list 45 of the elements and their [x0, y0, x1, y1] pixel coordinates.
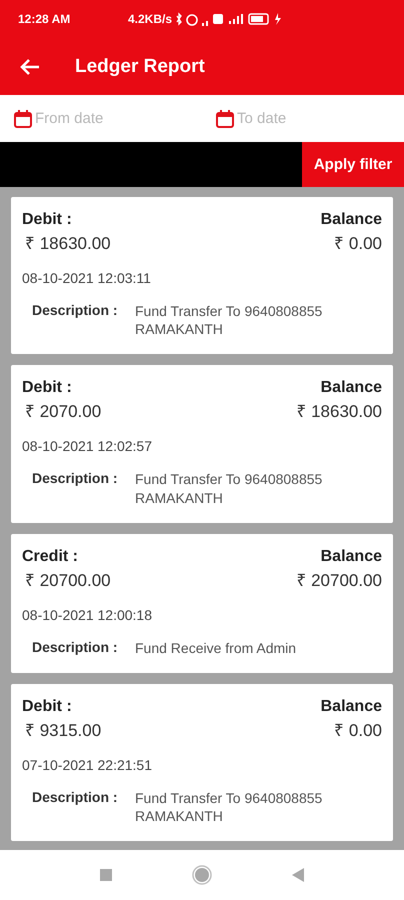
recents-icon[interactable]: [99, 868, 113, 882]
to-date-field[interactable]: To date: [237, 110, 387, 127]
balance-amount: ₹ 20700.00: [296, 570, 382, 591]
balance-amount: ₹ 18630.00: [296, 401, 382, 422]
description-text: Fund Receive from Admin: [135, 638, 298, 657]
description-label: Description :: [32, 302, 119, 320]
entry-amount: ₹ 20700.00: [25, 570, 111, 591]
description-text: Fund Transfer To 9640808855 RAMAKANTH: [135, 788, 324, 826]
balance-amount: ₹ 0.00: [334, 720, 382, 741]
from-date-field[interactable]: From date: [35, 110, 185, 127]
balance-amount: ₹ 0.00: [334, 233, 382, 254]
calendar-icon: [13, 108, 33, 128]
entry-amount: ₹ 9315.00: [25, 720, 102, 741]
entry-datetime: 07-10-2021 22:21:51: [22, 756, 153, 773]
balance-label: Balance: [320, 548, 382, 566]
apply-filter-button[interactable]: Apply filter: [302, 142, 404, 187]
signal-icon: [202, 21, 208, 26]
network-speed: 4.2KB/s: [128, 12, 172, 26]
description-text: Fund Transfer To 9640808855 RAMAKANTH: [135, 302, 324, 338]
back-arrow-icon[interactable]: [20, 58, 40, 76]
battery-icon: [248, 12, 270, 26]
entry-type-label: Credit :: [22, 548, 78, 566]
home-icon[interactable]: [191, 864, 213, 886]
bluetooth-icon: [176, 12, 182, 26]
status-time: 12:28 AM: [18, 12, 72, 26]
entry-datetime: 08-10-2021 12:02:57: [22, 438, 153, 454]
entry-type-label: Debit :: [22, 211, 72, 229]
balance-label: Balance: [320, 379, 382, 398]
description-label: Description :: [32, 638, 119, 657]
signal-icon: [228, 12, 244, 26]
entry-datetime: 08-10-2021 12:00:18: [22, 606, 153, 623]
description-label: Description :: [32, 788, 119, 807]
entry-amount: ₹ 18630.00: [25, 233, 111, 254]
entry-amount: ₹ 2070.00: [25, 401, 102, 422]
description-label: Description :: [32, 470, 119, 488]
entry-datetime: 08-10-2021 12:03:11: [22, 270, 152, 286]
screen-title: Ledger Report: [75, 56, 205, 78]
balance-label: Balance: [320, 211, 382, 229]
entry-type-label: Debit :: [22, 379, 72, 398]
description-text: Fund Transfer To 9640808855 RAMAKANTH: [135, 470, 324, 507]
back-icon[interactable]: [291, 867, 305, 883]
calendar-icon: [215, 108, 235, 128]
balance-label: Balance: [320, 698, 382, 716]
entry-type-label: Debit :: [22, 698, 72, 716]
charging-icon: [274, 12, 282, 26]
